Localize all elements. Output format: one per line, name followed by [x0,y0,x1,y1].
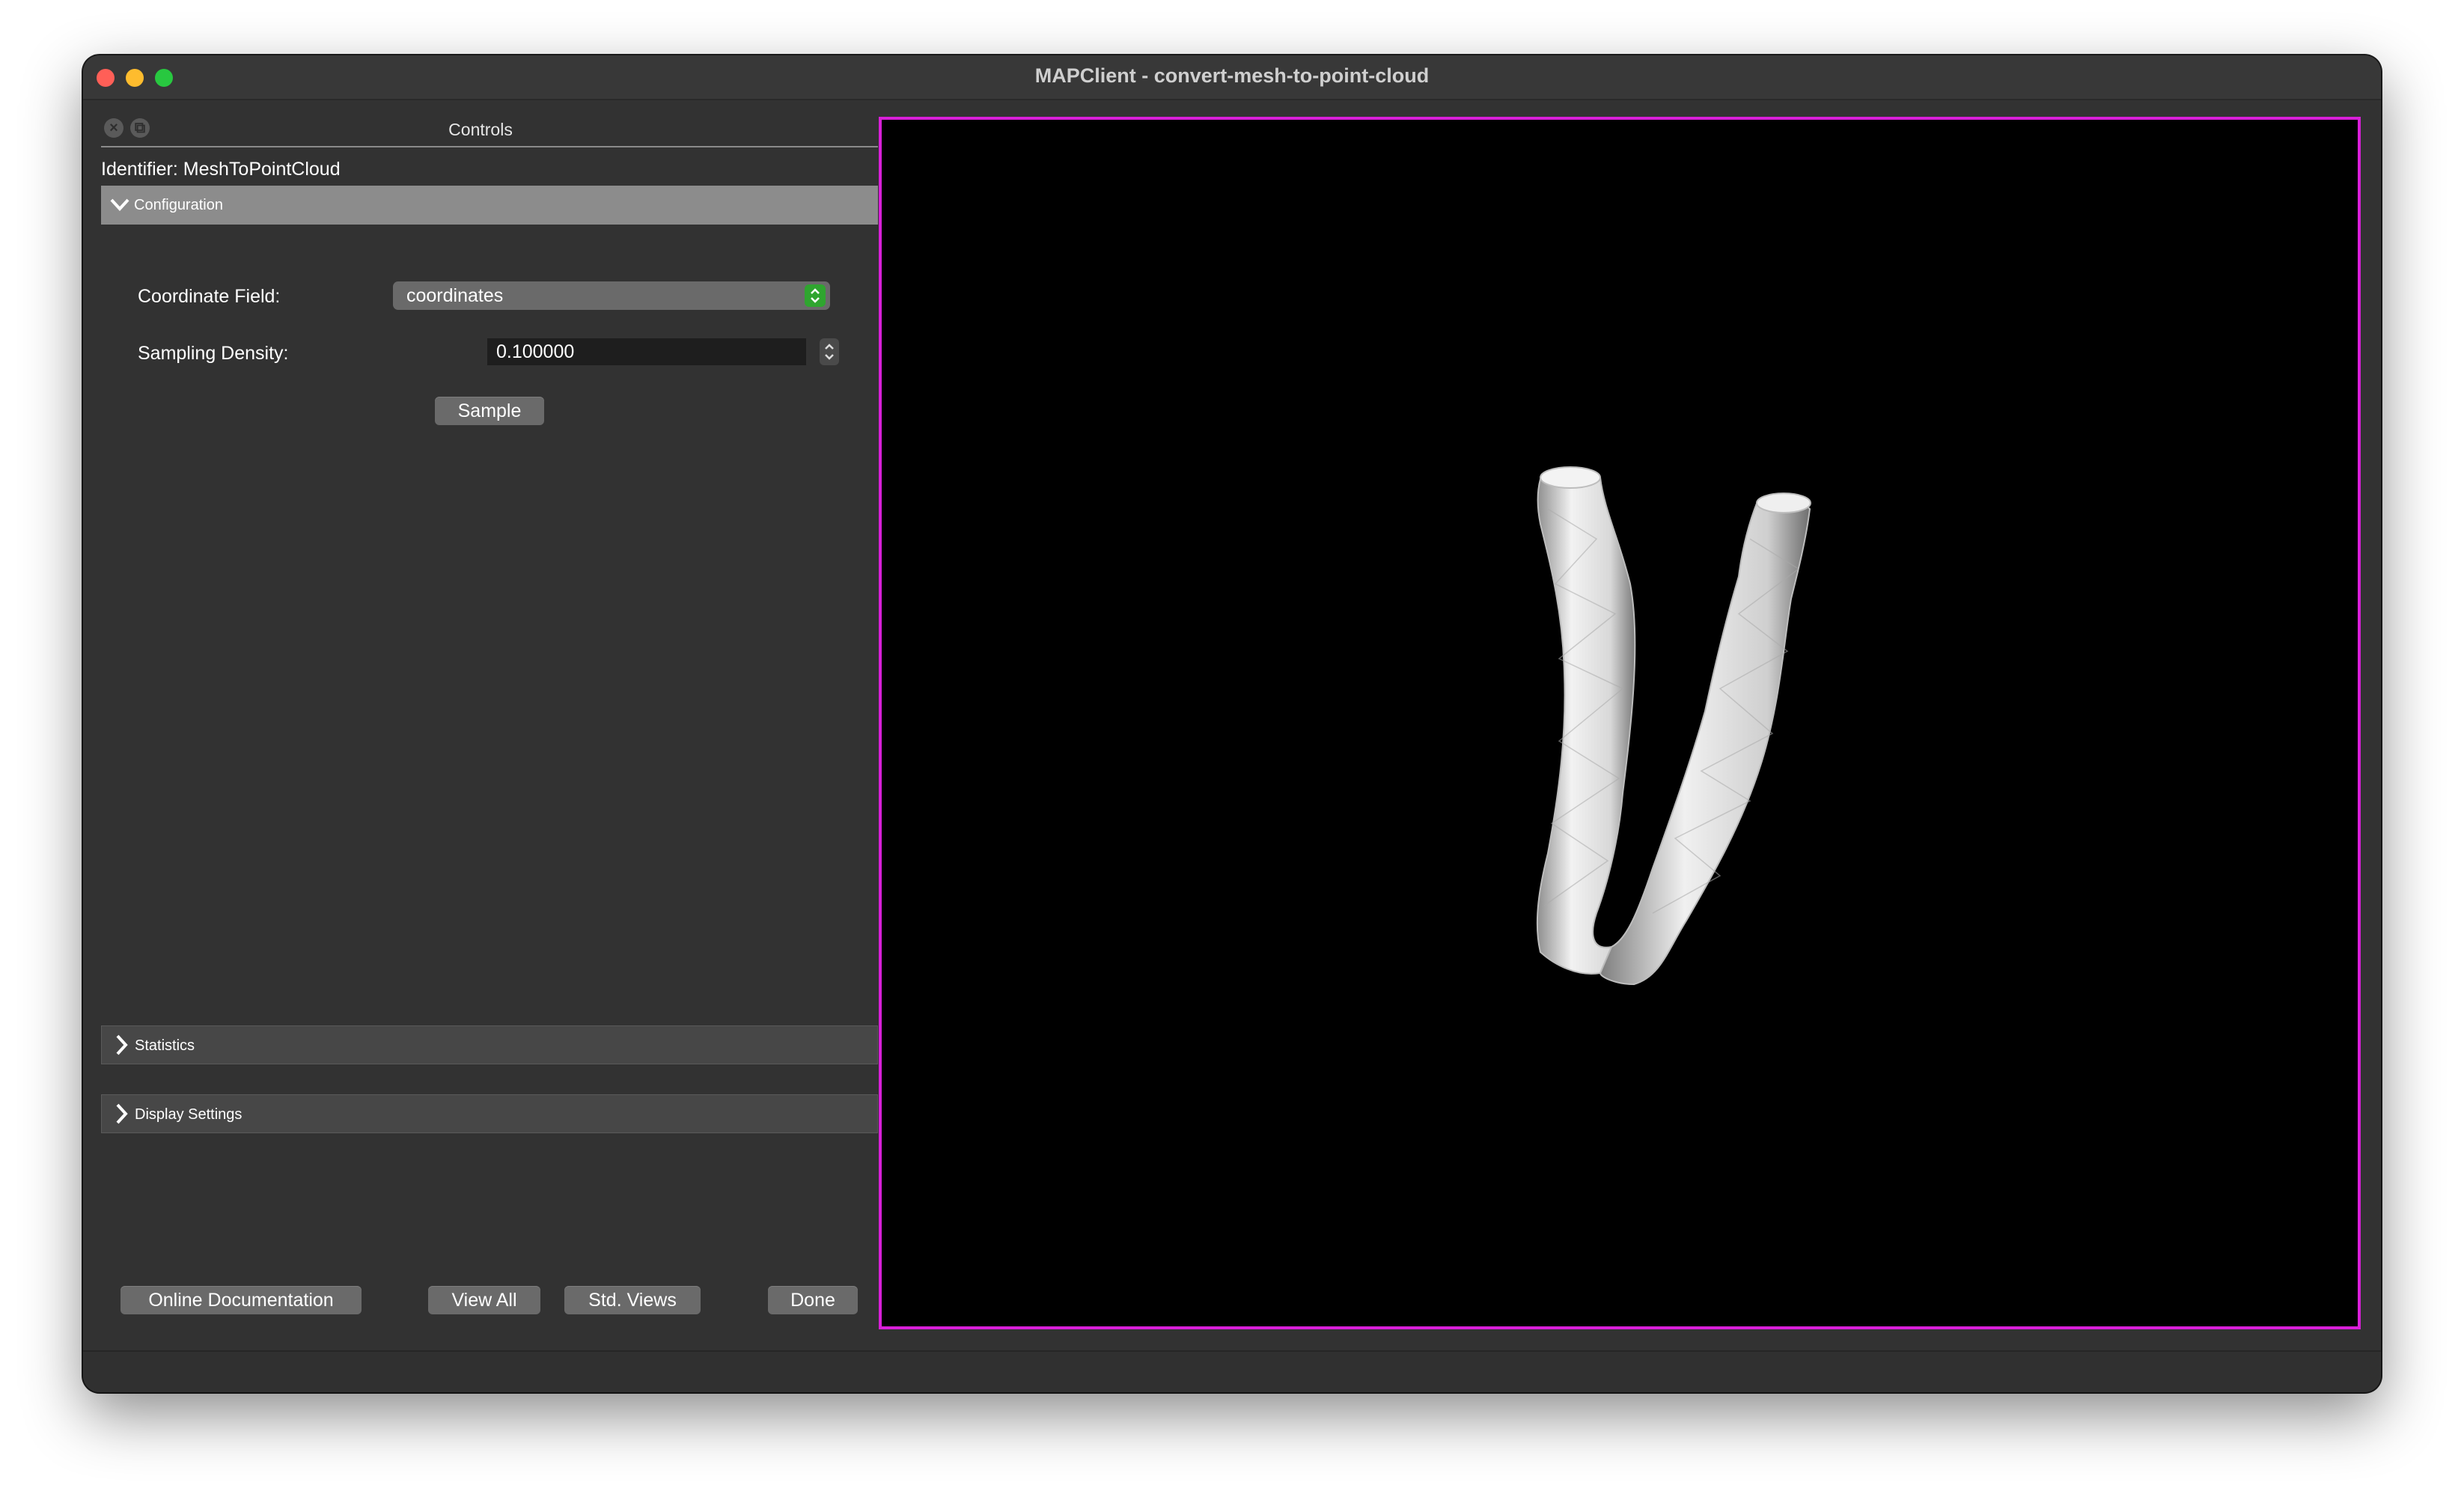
display-settings-section-header[interactable]: Display Settings [101,1094,878,1133]
sample-button[interactable]: Sample [435,397,544,425]
chevron-right-icon [109,1101,132,1127]
configuration-label: Configuration [134,197,223,213]
mesh-left-tube [1536,466,1636,975]
dock-divider [101,146,878,147]
chevron-down-icon [109,192,131,217]
sampling-density-value: 0.100000 [496,341,575,362]
statistics-section-header[interactable]: Statistics [101,1025,878,1064]
sampling-density-input[interactable]: 0.100000 [487,338,806,365]
status-bar [83,1350,2381,1392]
spin-stepper-icon[interactable] [820,338,839,365]
mesh-left-cap [1540,466,1601,489]
app-window: MAPClient - convert-mesh-to-point-cloud … [83,55,2381,1392]
std-views-button[interactable]: Std. Views [564,1286,701,1314]
sampling-density-label: Sampling Density: [138,343,289,364]
mesh-right-tube [1599,496,1811,986]
configuration-section-header[interactable]: Configuration [101,186,878,225]
mesh-render [1536,466,1811,986]
dock-title: Controls [448,120,513,139]
coordinate-field-label: Coordinate Field: [138,286,281,307]
statistics-label: Statistics [135,1037,195,1054]
identifier-label: Identifier: MeshToPointCloud [101,159,341,180]
chevron-right-icon [109,1032,132,1058]
window-title: MAPClient - convert-mesh-to-point-cloud [1034,64,1430,87]
controls-dock: × ⧉ Controls Identifier: MeshToPointClou… [83,100,878,1332]
coordinate-field-select[interactable]: coordinates [393,281,830,310]
updown-icon [805,284,826,307]
view-all-button[interactable]: View All [428,1286,540,1314]
done-button[interactable]: Done [768,1286,858,1314]
coordinate-field-value: coordinates [406,285,504,306]
display-settings-label: Display Settings [135,1106,243,1123]
mesh-right-cap [1756,493,1811,513]
title-bar: MAPClient - convert-mesh-to-point-cloud [83,55,2381,100]
online-documentation-button[interactable]: Online Documentation [121,1286,362,1314]
scene-viewer[interactable] [879,117,2361,1329]
